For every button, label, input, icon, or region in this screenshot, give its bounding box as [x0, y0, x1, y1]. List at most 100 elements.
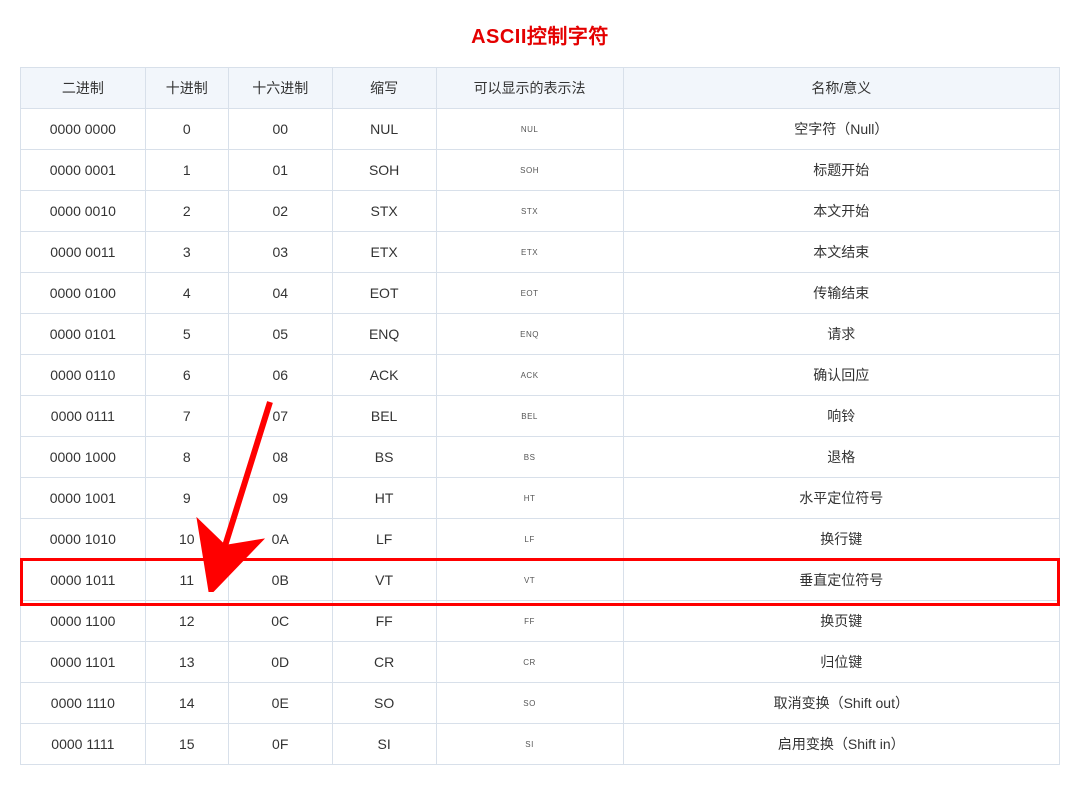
cell-display: NUL	[436, 109, 623, 150]
cell-decimal: 1	[145, 150, 228, 191]
cell-hex: 06	[228, 355, 332, 396]
cell-binary: 0000 1110	[21, 683, 146, 724]
cell-name: 取消变换（Shift out）	[623, 683, 1059, 724]
cell-decimal: 8	[145, 437, 228, 478]
cell-display: BEL	[436, 396, 623, 437]
table-row: 0000 0111707BELBEL响铃	[21, 396, 1060, 437]
col-binary: 二进制	[21, 68, 146, 109]
cell-hex: 0F	[228, 724, 332, 765]
cell-abbr: STX	[332, 191, 436, 232]
cell-name: 传输结束	[623, 273, 1059, 314]
cell-binary: 0000 0101	[21, 314, 146, 355]
cell-binary: 0000 0011	[21, 232, 146, 273]
cell-hex: 02	[228, 191, 332, 232]
cell-display: SOH	[436, 150, 623, 191]
cell-name: 空字符（Null）	[623, 109, 1059, 150]
cell-display: HT	[436, 478, 623, 519]
table-body: 0000 0000000NULNUL空字符（Null）0000 0001101S…	[21, 109, 1060, 765]
cell-decimal: 5	[145, 314, 228, 355]
cell-binary: 0000 1001	[21, 478, 146, 519]
cell-display: SO	[436, 683, 623, 724]
cell-hex: 0A	[228, 519, 332, 560]
cell-hex: 09	[228, 478, 332, 519]
table-row: 0000 1011110BVTVT垂直定位符号	[21, 560, 1060, 601]
cell-hex: 04	[228, 273, 332, 314]
ascii-table: 二进制 十进制 十六进制 缩写 可以显示的表示法 名称/意义 0000 0000…	[20, 67, 1060, 765]
cell-decimal: 13	[145, 642, 228, 683]
cell-name: 确认回应	[623, 355, 1059, 396]
cell-abbr: SO	[332, 683, 436, 724]
table-head: 二进制 十进制 十六进制 缩写 可以显示的表示法 名称/意义	[21, 68, 1060, 109]
table-row: 0000 1111150FSISI启用变换（Shift in）	[21, 724, 1060, 765]
col-decimal: 十进制	[145, 68, 228, 109]
table-row: 0000 0100404EOTEOT传输结束	[21, 273, 1060, 314]
cell-name: 请求	[623, 314, 1059, 355]
cell-abbr: FF	[332, 601, 436, 642]
page-title: ASCII控制字符	[20, 20, 1060, 49]
cell-hex: 0E	[228, 683, 332, 724]
cell-decimal: 9	[145, 478, 228, 519]
cell-display: SI	[436, 724, 623, 765]
cell-name: 换页键	[623, 601, 1059, 642]
cell-abbr: ETX	[332, 232, 436, 273]
col-display: 可以显示的表示法	[436, 68, 623, 109]
cell-hex: 07	[228, 396, 332, 437]
col-hex: 十六进制	[228, 68, 332, 109]
cell-name: 响铃	[623, 396, 1059, 437]
table-row: 0000 0010202STXSTX本文开始	[21, 191, 1060, 232]
cell-binary: 0000 1011	[21, 560, 146, 601]
cell-abbr: BEL	[332, 396, 436, 437]
cell-hex: 01	[228, 150, 332, 191]
cell-decimal: 12	[145, 601, 228, 642]
cell-display: VT	[436, 560, 623, 601]
header-row: 二进制 十进制 十六进制 缩写 可以显示的表示法 名称/意义	[21, 68, 1060, 109]
cell-binary: 0000 1000	[21, 437, 146, 478]
cell-abbr: NUL	[332, 109, 436, 150]
cell-decimal: 15	[145, 724, 228, 765]
cell-abbr: BS	[332, 437, 436, 478]
cell-binary: 0000 1100	[21, 601, 146, 642]
cell-hex: 0B	[228, 560, 332, 601]
cell-name: 启用变换（Shift in）	[623, 724, 1059, 765]
cell-decimal: 14	[145, 683, 228, 724]
cell-display: BS	[436, 437, 623, 478]
cell-hex: 0C	[228, 601, 332, 642]
cell-binary: 0000 0010	[21, 191, 146, 232]
cell-binary: 0000 1111	[21, 724, 146, 765]
cell-name: 本文结束	[623, 232, 1059, 273]
cell-decimal: 3	[145, 232, 228, 273]
cell-binary: 0000 0100	[21, 273, 146, 314]
col-abbr: 缩写	[332, 68, 436, 109]
cell-display: CR	[436, 642, 623, 683]
cell-binary: 0000 0000	[21, 109, 146, 150]
cell-display: STX	[436, 191, 623, 232]
cell-name: 换行键	[623, 519, 1059, 560]
cell-hex: 03	[228, 232, 332, 273]
cell-name: 退格	[623, 437, 1059, 478]
cell-abbr: ACK	[332, 355, 436, 396]
table-row: 0000 1101130DCRCR归位键	[21, 642, 1060, 683]
cell-decimal: 4	[145, 273, 228, 314]
cell-display: ENQ	[436, 314, 623, 355]
cell-decimal: 2	[145, 191, 228, 232]
cell-name: 标题开始	[623, 150, 1059, 191]
cell-binary: 0000 1101	[21, 642, 146, 683]
cell-abbr: ENQ	[332, 314, 436, 355]
cell-binary: 0000 0111	[21, 396, 146, 437]
cell-display: FF	[436, 601, 623, 642]
cell-name: 垂直定位符号	[623, 560, 1059, 601]
cell-abbr: EOT	[332, 273, 436, 314]
table-row: 0000 0001101SOHSOH标题开始	[21, 150, 1060, 191]
table-row: 0000 1110140ESOSO取消变换（Shift out）	[21, 683, 1060, 724]
cell-name: 归位键	[623, 642, 1059, 683]
cell-hex: 0D	[228, 642, 332, 683]
table-row: 0000 1000808BSBS退格	[21, 437, 1060, 478]
col-name: 名称/意义	[623, 68, 1059, 109]
cell-abbr: HT	[332, 478, 436, 519]
cell-display: EOT	[436, 273, 623, 314]
cell-name: 本文开始	[623, 191, 1059, 232]
table-row: 0000 1100120CFFFF换页键	[21, 601, 1060, 642]
table-row: 0000 1001909HTHT水平定位符号	[21, 478, 1060, 519]
cell-binary: 0000 0001	[21, 150, 146, 191]
table-row: 0000 0101505ENQENQ请求	[21, 314, 1060, 355]
